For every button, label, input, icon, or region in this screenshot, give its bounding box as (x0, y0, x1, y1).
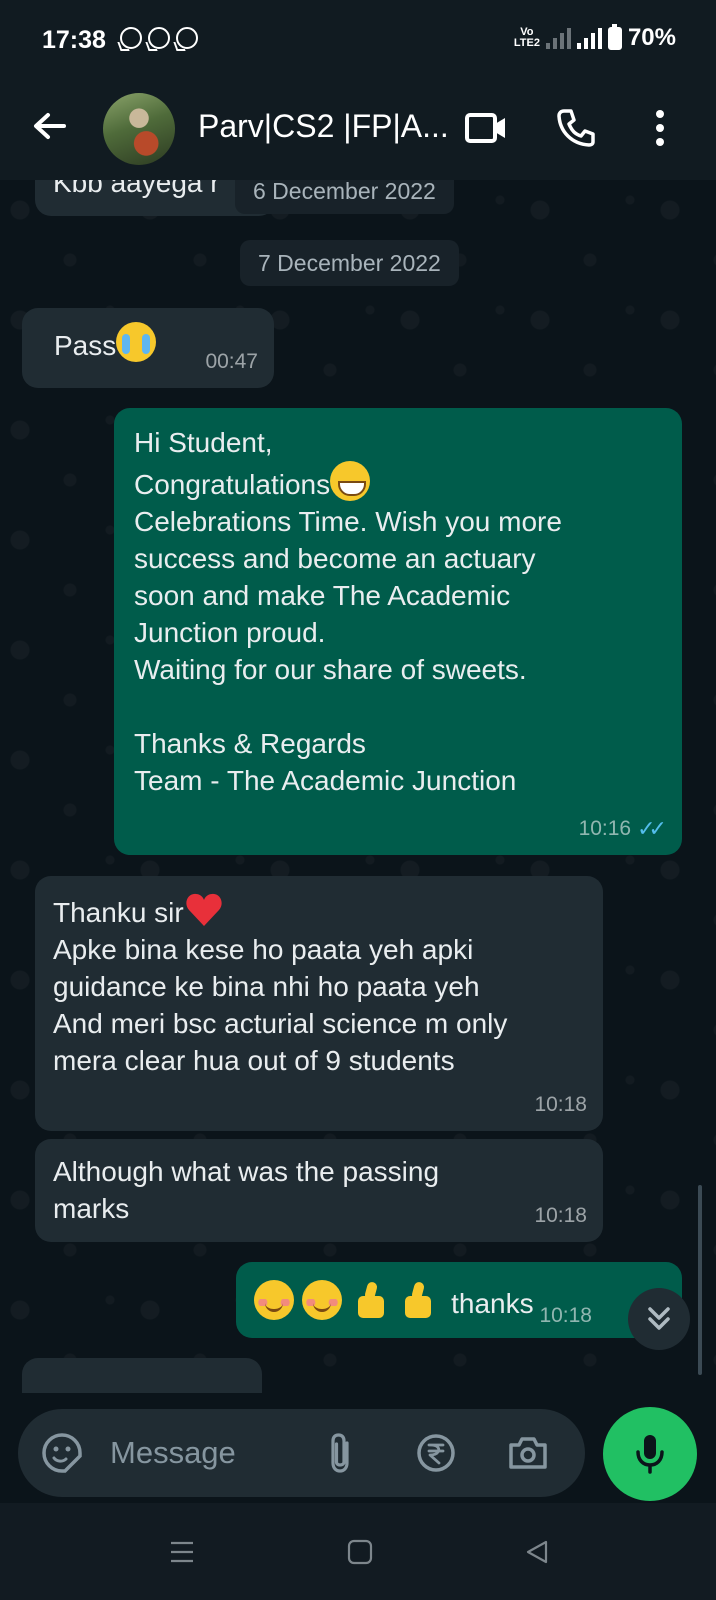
status-time: 17:38 (42, 26, 106, 54)
message-text: Pass (54, 330, 117, 361)
menu-icon (171, 1541, 193, 1563)
message-time: 10:18 (534, 1204, 587, 1227)
video-call-icon (465, 113, 505, 143)
home-square-icon (347, 1539, 373, 1565)
thumbs-up-emoji (397, 1280, 437, 1320)
date-chip: 6 December 2022 (235, 180, 454, 214)
red-heart-emoji (186, 893, 222, 926)
whatsapp-icon (120, 27, 142, 49)
video-call-button[interactable] (462, 104, 510, 152)
volte-indicator: Vo LTE2 (513, 26, 540, 49)
smiling-face-with-blush-emoji (254, 1280, 294, 1320)
message-input-container (18, 1409, 585, 1497)
message-bubble-incoming[interactable] (22, 1358, 262, 1393)
message-bubble-incoming[interactable]: Thanku sir Apke bina kese ho paata yeh a… (35, 876, 603, 1131)
status-bar: 17:38 Vo LTE2 70% (0, 0, 716, 80)
message-bubble-outgoing[interactable]: thanks 10:18 (236, 1262, 682, 1338)
more-options-button[interactable] (636, 104, 684, 152)
camera-icon (509, 1437, 547, 1469)
back-button[interactable] (28, 104, 72, 148)
attachment-icon (331, 1433, 349, 1473)
smiling-face-with-blush-emoji (301, 1280, 342, 1320)
back-arrow-icon (34, 113, 66, 139)
back-nav-button[interactable] (512, 1527, 562, 1577)
grinning-face-emoji (330, 461, 371, 501)
message-bubble-incoming[interactable]: Although what was the passing marks 10:1… (35, 1139, 603, 1242)
message-time: 10:18 (534, 1093, 587, 1116)
message-text: Hi Student, (134, 427, 273, 458)
signal-icon (576, 27, 602, 49)
voice-call-button[interactable] (552, 104, 600, 152)
rupee-payment-icon (417, 1434, 455, 1472)
battery-percent: 70% (627, 24, 676, 51)
message-text: Kbb aayega r (53, 180, 220, 198)
recent-apps-button[interactable] (157, 1527, 207, 1577)
message-time: 10:16 ✓✓ (579, 810, 667, 847)
message-bubble-outgoing[interactable]: Hi Student, Congratulations Celebrations… (114, 408, 682, 855)
camera-button[interactable] (506, 1431, 550, 1475)
more-options-icon (656, 110, 664, 146)
double-chevron-down-icon (648, 1307, 670, 1330)
chat-header: Parv|CS2 |FP|A... (0, 80, 716, 180)
battery-icon (607, 23, 622, 50)
payment-button[interactable] (414, 1431, 458, 1475)
sticker-button[interactable] (40, 1431, 84, 1475)
message-text: Although what was the passing marks (53, 1156, 440, 1224)
status-app-icons (120, 27, 198, 49)
thumbs-up-emoji (350, 1280, 390, 1320)
message-text: Celebrations Time. Wish you more success… (134, 506, 562, 796)
loudly-crying-face-emoji (116, 322, 157, 362)
message-time: 00:47 (205, 350, 258, 373)
contact-avatar[interactable] (103, 93, 175, 165)
whatsapp-icon (176, 27, 198, 49)
voice-message-button[interactable] (603, 1407, 697, 1501)
chat-scrollbar[interactable] (698, 1185, 702, 1375)
signal-icon (545, 27, 571, 49)
whatsapp-business-icon (148, 27, 170, 49)
message-text: thanks (451, 1288, 534, 1319)
message-bubble-incoming[interactable]: Pass 00:47 (22, 308, 274, 388)
sticker-icon (42, 1433, 82, 1473)
scroll-to-bottom-button[interactable] (628, 1288, 690, 1350)
message-time: 10:18 (539, 1304, 592, 1327)
read-receipt-icon: ✓✓ (637, 816, 667, 841)
contact-name[interactable]: Parv|CS2 |FP|A... (198, 108, 448, 145)
message-text: Thanku sir (53, 897, 184, 928)
message-input[interactable] (110, 1429, 310, 1477)
message-text: Apke bina kese ho paata yeh apki guidanc… (53, 934, 508, 1076)
back-triangle-icon (526, 1540, 548, 1564)
mic-icon (636, 1435, 664, 1474)
attach-button[interactable] (318, 1431, 362, 1475)
date-chip: 7 December 2022 (240, 240, 459, 286)
voice-call-icon (557, 109, 595, 147)
chat-area[interactable]: Kbb aayega r 6 December 2022 7 December … (0, 180, 716, 1393)
message-composer (0, 1393, 716, 1503)
status-indicators: Vo LTE2 70% (513, 23, 676, 52)
message-text: Congratulations (134, 469, 331, 500)
home-button[interactable] (335, 1527, 385, 1577)
system-navigation-bar (0, 1503, 716, 1600)
